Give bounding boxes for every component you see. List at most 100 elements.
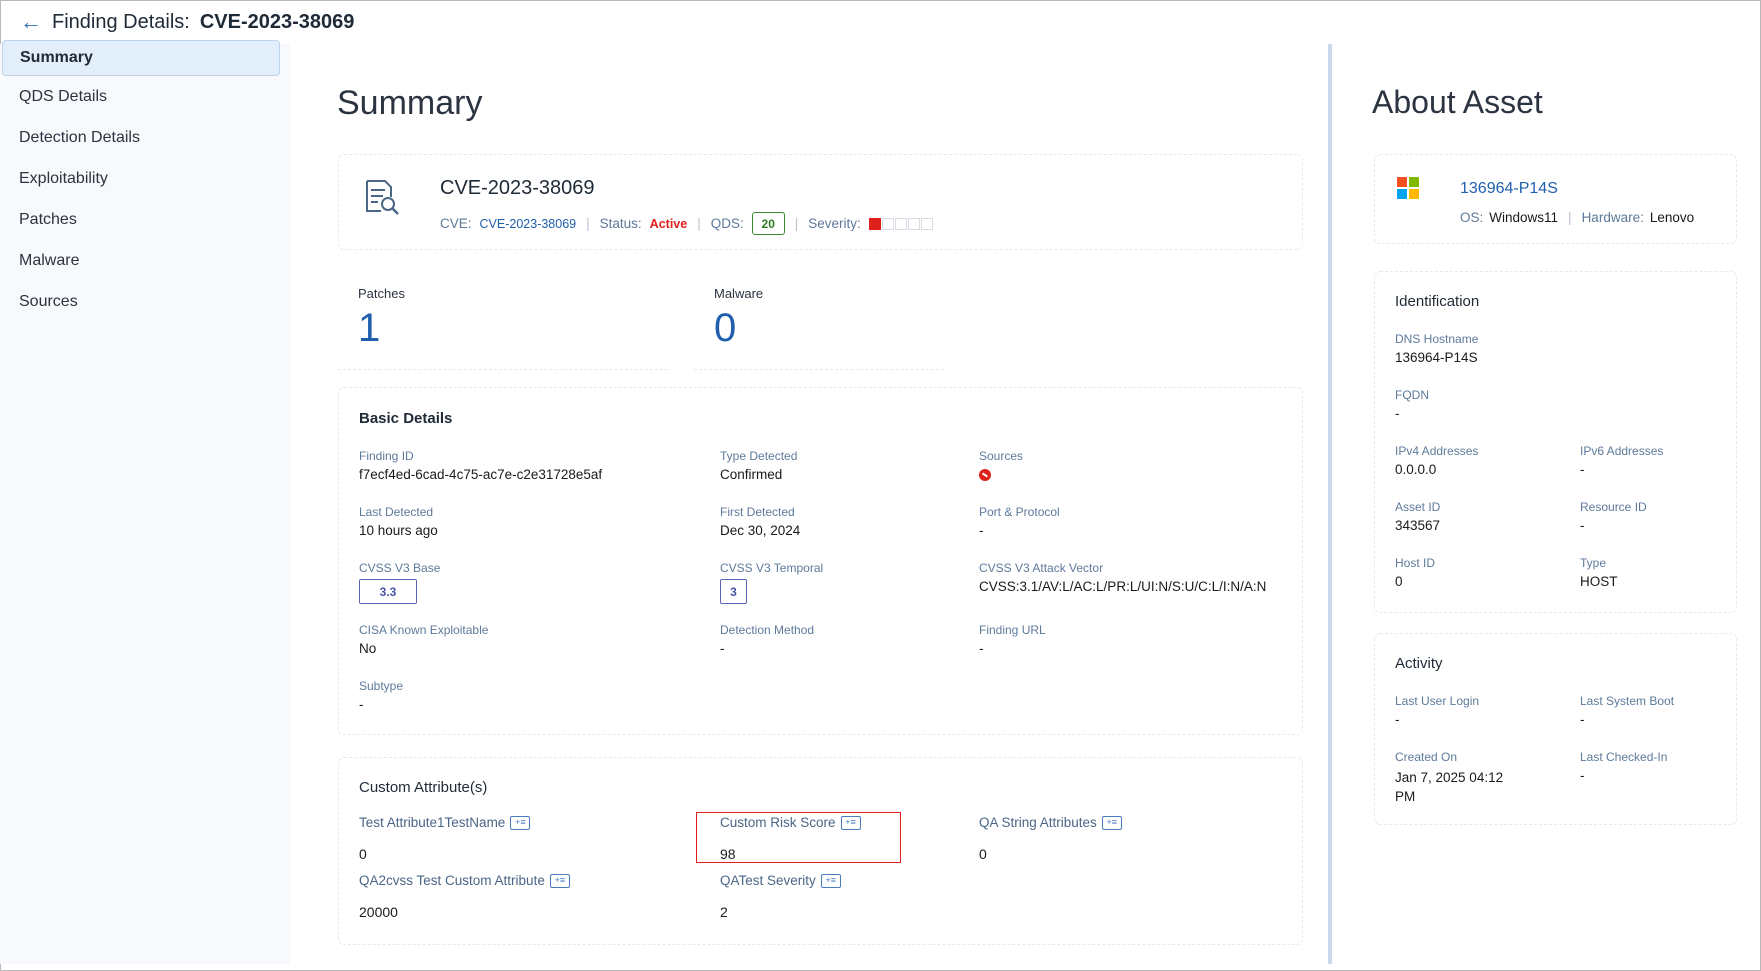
severity-label: Severity:: [808, 216, 861, 231]
sidebar-item-detection-details[interactable]: Detection Details: [2, 120, 280, 156]
subtype-field: Subtype -: [359, 679, 403, 712]
field-label: CVSS V3 Temporal: [720, 561, 824, 575]
finding-summary-card: CVE-2023-38069 CVE: CVE-2023-38069 | Sta…: [338, 154, 1303, 250]
arrow-left-icon[interactable]: ←: [18, 9, 44, 34]
sidebar-item-exploitability[interactable]: Exploitability: [2, 161, 280, 197]
severity-indicator: [868, 217, 934, 230]
source-icon[interactable]: [979, 469, 991, 481]
field-value: 10 hours ago: [359, 523, 438, 538]
field-value: -: [359, 697, 364, 712]
custom-attribute: Test Attribute1TestName +≡ 0: [359, 815, 531, 862]
sidebar: Summary QDS Details Detection Details Ex…: [0, 40, 290, 964]
field-label: Finding ID: [359, 449, 414, 463]
cvss-vector-field: CVSS V3 Attack Vector CVSS:3.1/AV:L/AC:L…: [979, 561, 1266, 594]
sidebar-item-patches[interactable]: Patches: [2, 202, 280, 238]
field-label: IPv4 Addresses: [1395, 444, 1479, 458]
attribute-value: 2: [720, 904, 728, 920]
field-label: IPv6 Addresses: [1580, 444, 1664, 458]
resource-id-field: Resource ID -: [1580, 500, 1647, 533]
attribute-edit-icon[interactable]: +≡: [510, 815, 531, 830]
os-value: Windows11: [1489, 210, 1559, 225]
field-label: Detection Method: [720, 623, 815, 637]
cisa-field: CISA Known Exploitable No: [359, 623, 488, 656]
hardware-label: Hardware:: [1581, 210, 1644, 225]
field-value: 0: [1395, 574, 1403, 589]
field-value: -: [1580, 712, 1585, 727]
ipv6-field: IPv6 Addresses -: [1580, 444, 1663, 477]
attribute-label: QA2cvss Test Custom Attribute: [359, 873, 545, 888]
os-label: OS:: [1460, 210, 1484, 225]
field-label: FQDN: [1395, 388, 1429, 402]
cve-link[interactable]: CVE-2023-38069: [480, 217, 577, 231]
finding-url-field: Finding URL -: [979, 623, 1046, 656]
first-detected-field: First Detected Dec 30, 2024: [720, 505, 800, 538]
cvss-base-score: 3.3: [359, 579, 417, 604]
attribute-value: 0: [979, 846, 987, 862]
field-value: -: [1580, 518, 1585, 533]
field-value: CVSS:3.1/AV:L/AC:L/PR:L/UI:N/S:U/C:L/I:N…: [979, 579, 1267, 594]
dns-hostname-field: DNS Hostname 136964-P14S: [1395, 332, 1478, 365]
severity-segment: [907, 217, 920, 230]
malware-label: Malware: [714, 286, 764, 301]
sidebar-item-summary[interactable]: Summary: [2, 40, 280, 76]
severity-segment: [868, 217, 881, 230]
field-label: Host ID: [1395, 556, 1436, 570]
custom-attributes-heading: Custom Attribute(s): [359, 779, 488, 796]
field-value: 0.0.0.0: [1395, 462, 1437, 477]
attribute-label: QA String Attributes: [979, 815, 1097, 830]
patches-count[interactable]: 1: [358, 306, 380, 351]
about-asset-title: About Asset: [1372, 84, 1543, 120]
separator: |: [586, 216, 590, 231]
field-value: No: [359, 641, 377, 656]
field-label: Last User Login: [1395, 694, 1480, 708]
basic-details-card: Basic Details Finding ID f7ecf4ed-6cad-4…: [338, 387, 1303, 735]
asset-id-field: Asset ID 343567: [1395, 500, 1440, 533]
severity-segment: [881, 217, 894, 230]
sources-field: Sources: [979, 449, 1023, 481]
field-label: Created On: [1395, 750, 1458, 764]
divider: [694, 369, 944, 370]
severity-segment: [920, 217, 933, 230]
field-label: Last Detected: [359, 505, 434, 519]
asset-name-link[interactable]: 136964-P14S: [1460, 180, 1558, 198]
field-label: CVSS V3 Base: [359, 561, 441, 575]
patches-count-card[interactable]: Patches 1: [338, 274, 668, 370]
last-checked-in-field: Last Checked-In -: [1580, 750, 1667, 783]
panel-divider[interactable]: [1328, 44, 1332, 964]
divider: [338, 369, 668, 370]
field-label: Asset ID: [1395, 500, 1441, 514]
field-value: f7ecf4ed-6cad-4c75-ac7e-c2e31728e5af: [359, 467, 603, 482]
field-value: 136964-P14S: [1395, 350, 1478, 365]
attribute-edit-icon[interactable]: +≡: [1101, 815, 1122, 830]
section-title: Summary: [337, 84, 483, 122]
field-value: 343567: [1395, 518, 1441, 533]
field-label: First Detected: [720, 505, 795, 519]
status-badge: Active: [649, 216, 688, 231]
identification-heading: Identification: [1395, 293, 1480, 310]
sidebar-item-sources[interactable]: Sources: [2, 284, 280, 320]
malware-count-card[interactable]: Malware 0: [694, 274, 944, 370]
field-value: Jan 7, 2025 04:12 PM: [1395, 770, 1504, 804]
malware-count[interactable]: 0: [714, 306, 736, 351]
identification-card: Identification DNS Hostname 136964-P14S …: [1374, 271, 1737, 613]
field-label: CVSS V3 Attack Vector: [979, 561, 1104, 575]
last-system-boot-field: Last System Boot -: [1580, 694, 1674, 727]
host-id-field: Host ID 0: [1395, 556, 1435, 589]
attribute-edit-icon[interactable]: +≡: [549, 873, 570, 888]
field-label: Resource ID: [1580, 500, 1647, 514]
attribute-edit-icon[interactable]: +≡: [820, 873, 841, 888]
fqdn-field: FQDN -: [1395, 388, 1429, 421]
sidebar-item-qds-details[interactable]: QDS Details: [2, 79, 280, 115]
created-on-field: Created On Jan 7, 2025 04:12 PM: [1395, 750, 1515, 806]
cvss-base-field: CVSS V3 Base 3.3: [359, 561, 440, 604]
port-protocol-field: Port & Protocol -: [979, 505, 1060, 538]
activity-card: Activity Last User Login - Last System B…: [1374, 633, 1737, 825]
sidebar-item-malware[interactable]: Malware: [2, 243, 280, 279]
highlight-box: [696, 812, 901, 863]
field-label: Last System Boot: [1580, 694, 1675, 708]
field-value: -: [1580, 462, 1585, 477]
cvss-temporal-field: CVSS V3 Temporal 3: [720, 561, 823, 604]
field-label: Last Checked-In: [1580, 750, 1668, 764]
finding-id-field: Finding ID f7ecf4ed-6cad-4c75-ac7e-c2e31…: [359, 449, 602, 482]
severity-segment: [894, 217, 907, 230]
